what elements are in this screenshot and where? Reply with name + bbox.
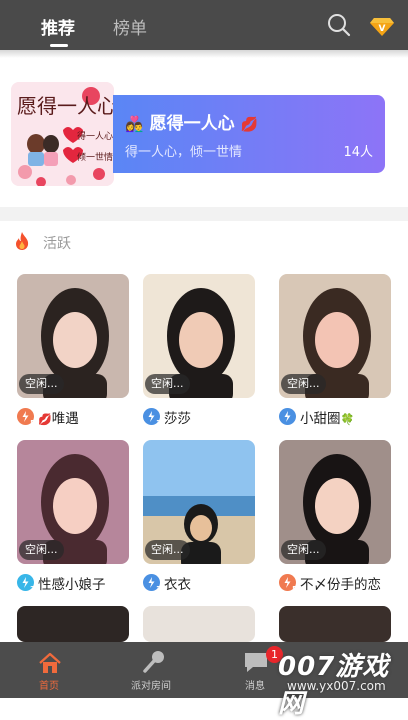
room-description: 得一人心，倾一世情 xyxy=(125,145,243,160)
user-name: 莎莎 xyxy=(164,411,191,427)
user-name: 性感小娘子 xyxy=(38,577,106,593)
status-badge: 空闲... xyxy=(145,540,190,560)
user-name: 小甜圈 xyxy=(300,411,341,427)
kiss-emoji-icon: 💋 xyxy=(240,117,258,133)
user-name-row[interactable]: 💋唯遇 xyxy=(38,407,79,427)
level-number: 3 xyxy=(156,585,161,593)
status-badge: 空闲... xyxy=(145,374,190,394)
user-name-row[interactable]: 性感小娘子 xyxy=(38,573,106,593)
section-divider xyxy=(0,207,408,221)
watermark-url: www.yx007.com xyxy=(287,679,386,693)
couple-emoji-icon: 👩‍❤️‍👨 xyxy=(125,115,144,133)
section-title: 活跃 xyxy=(43,236,71,252)
status-badge: 空闲... xyxy=(19,540,64,560)
cover-title: 愿得一人心 xyxy=(17,94,114,118)
user-name: 不〆份手的恋 xyxy=(300,577,381,593)
level-badge-icon xyxy=(279,408,296,425)
cover-line-1: 得一人心 xyxy=(77,132,114,142)
tab-recommend[interactable]: 推荐 xyxy=(41,14,75,39)
user-name: 衣衣 xyxy=(164,577,191,593)
user-card[interactable]: 空闲... xyxy=(279,274,391,398)
user-name: 唯遇 xyxy=(51,411,79,427)
level-number: 5 xyxy=(30,419,35,427)
level-badge-icon: 3 xyxy=(143,574,161,593)
active-tab-indicator xyxy=(50,44,68,47)
home-icon xyxy=(39,652,61,673)
nav-home-label: 首页 xyxy=(39,681,59,692)
user-card[interactable]: 空闲... xyxy=(17,440,129,564)
user-card[interactable] xyxy=(17,606,129,642)
nav-home[interactable]: 首页 xyxy=(25,642,75,698)
status-badge: 空闲... xyxy=(19,374,64,394)
user-card[interactable]: 空闲... xyxy=(143,274,255,398)
user-card[interactable]: 空闲... xyxy=(279,440,391,564)
search-icon[interactable] xyxy=(326,12,352,38)
cover-line-2: 倾一世情 xyxy=(77,153,114,163)
user-card[interactable]: 空闲... xyxy=(17,274,129,398)
level-badge-icon: 5 xyxy=(279,574,297,593)
tab-ranking[interactable]: 榜单 xyxy=(113,14,147,39)
svg-text:V: V xyxy=(379,24,386,34)
kiss-emoji-icon: 💋 xyxy=(38,413,52,426)
status-badge: 空闲... xyxy=(281,374,326,394)
user-name-row[interactable]: 小甜圈🍀 xyxy=(300,407,354,427)
room-title-row: 👩‍❤️‍👨 愿得一人心 💋 xyxy=(125,109,258,134)
nav-party-room[interactable]: 派对房间 xyxy=(125,642,185,698)
nav-party-room-label: 派对房间 xyxy=(131,681,171,692)
level-number: 5 xyxy=(292,585,297,593)
user-name-row[interactable]: 莎莎 xyxy=(164,407,191,427)
user-name-row[interactable]: 不〆份手的恋 xyxy=(300,573,381,593)
fire-icon xyxy=(16,232,29,250)
user-card[interactable]: 空闲... xyxy=(143,440,255,564)
room-member-count: 14人 xyxy=(343,145,373,160)
user-name-row[interactable]: 衣衣 xyxy=(164,573,191,593)
microphone-icon xyxy=(143,651,164,673)
room-card[interactable]: 👩‍❤️‍👨 愿得一人心 💋 得一人心，倾一世情 14人 xyxy=(113,95,385,173)
level-number: 3 xyxy=(156,419,161,427)
room-title: 愿得一人心 xyxy=(149,114,235,134)
level-number: 2 xyxy=(30,585,35,593)
level-badge-icon: 2 xyxy=(17,574,35,593)
clover-emoji-icon: 🍀 xyxy=(340,413,355,426)
room-cover-image[interactable]: 愿得一人心 得一人心 倾一世情 xyxy=(11,82,114,186)
user-card[interactable] xyxy=(143,606,255,642)
vip-diamond-icon[interactable]: V xyxy=(369,12,395,38)
active-section-header: 活跃 xyxy=(0,221,408,261)
user-card[interactable] xyxy=(279,606,391,642)
top-header: 推荐 榜单 V xyxy=(0,0,408,50)
level-badge-icon: 5 xyxy=(17,408,35,427)
nav-messages-label: 消息 xyxy=(245,681,265,692)
level-badge-icon: 3 xyxy=(143,408,161,427)
status-badge: 空闲... xyxy=(281,540,326,560)
header-shadow xyxy=(0,50,408,58)
